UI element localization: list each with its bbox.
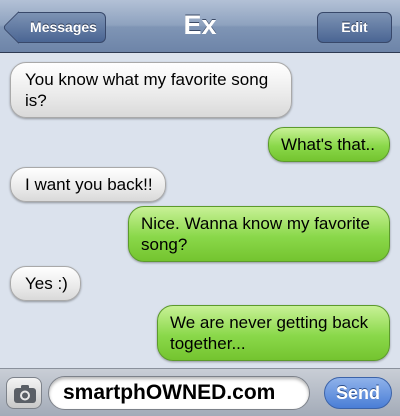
navigation-bar: Messages Ex Edit [0, 0, 400, 53]
outgoing-message-bubble: Nice. Wanna know my favorite song? [128, 206, 390, 262]
back-button[interactable]: Messages [18, 12, 106, 43]
outgoing-message-bubble: We are never getting back together... [157, 305, 390, 361]
send-button[interactable]: Send [324, 377, 392, 409]
message-input-bar: smartphOWNED.com Send [0, 368, 400, 416]
camera-icon [14, 385, 36, 403]
camera-button[interactable] [6, 377, 42, 409]
message-thread: You know what my favorite song is? What'… [0, 54, 400, 368]
outgoing-message-bubble: What's that.. [268, 127, 390, 162]
message-text-field[interactable]: smartphOWNED.com [48, 376, 310, 410]
incoming-message-bubble: Yes :) [10, 266, 81, 301]
incoming-message-bubble: I want you back!! [10, 167, 166, 202]
incoming-message-bubble: You know what my favorite song is? [10, 62, 292, 118]
edit-button[interactable]: Edit [317, 12, 392, 43]
